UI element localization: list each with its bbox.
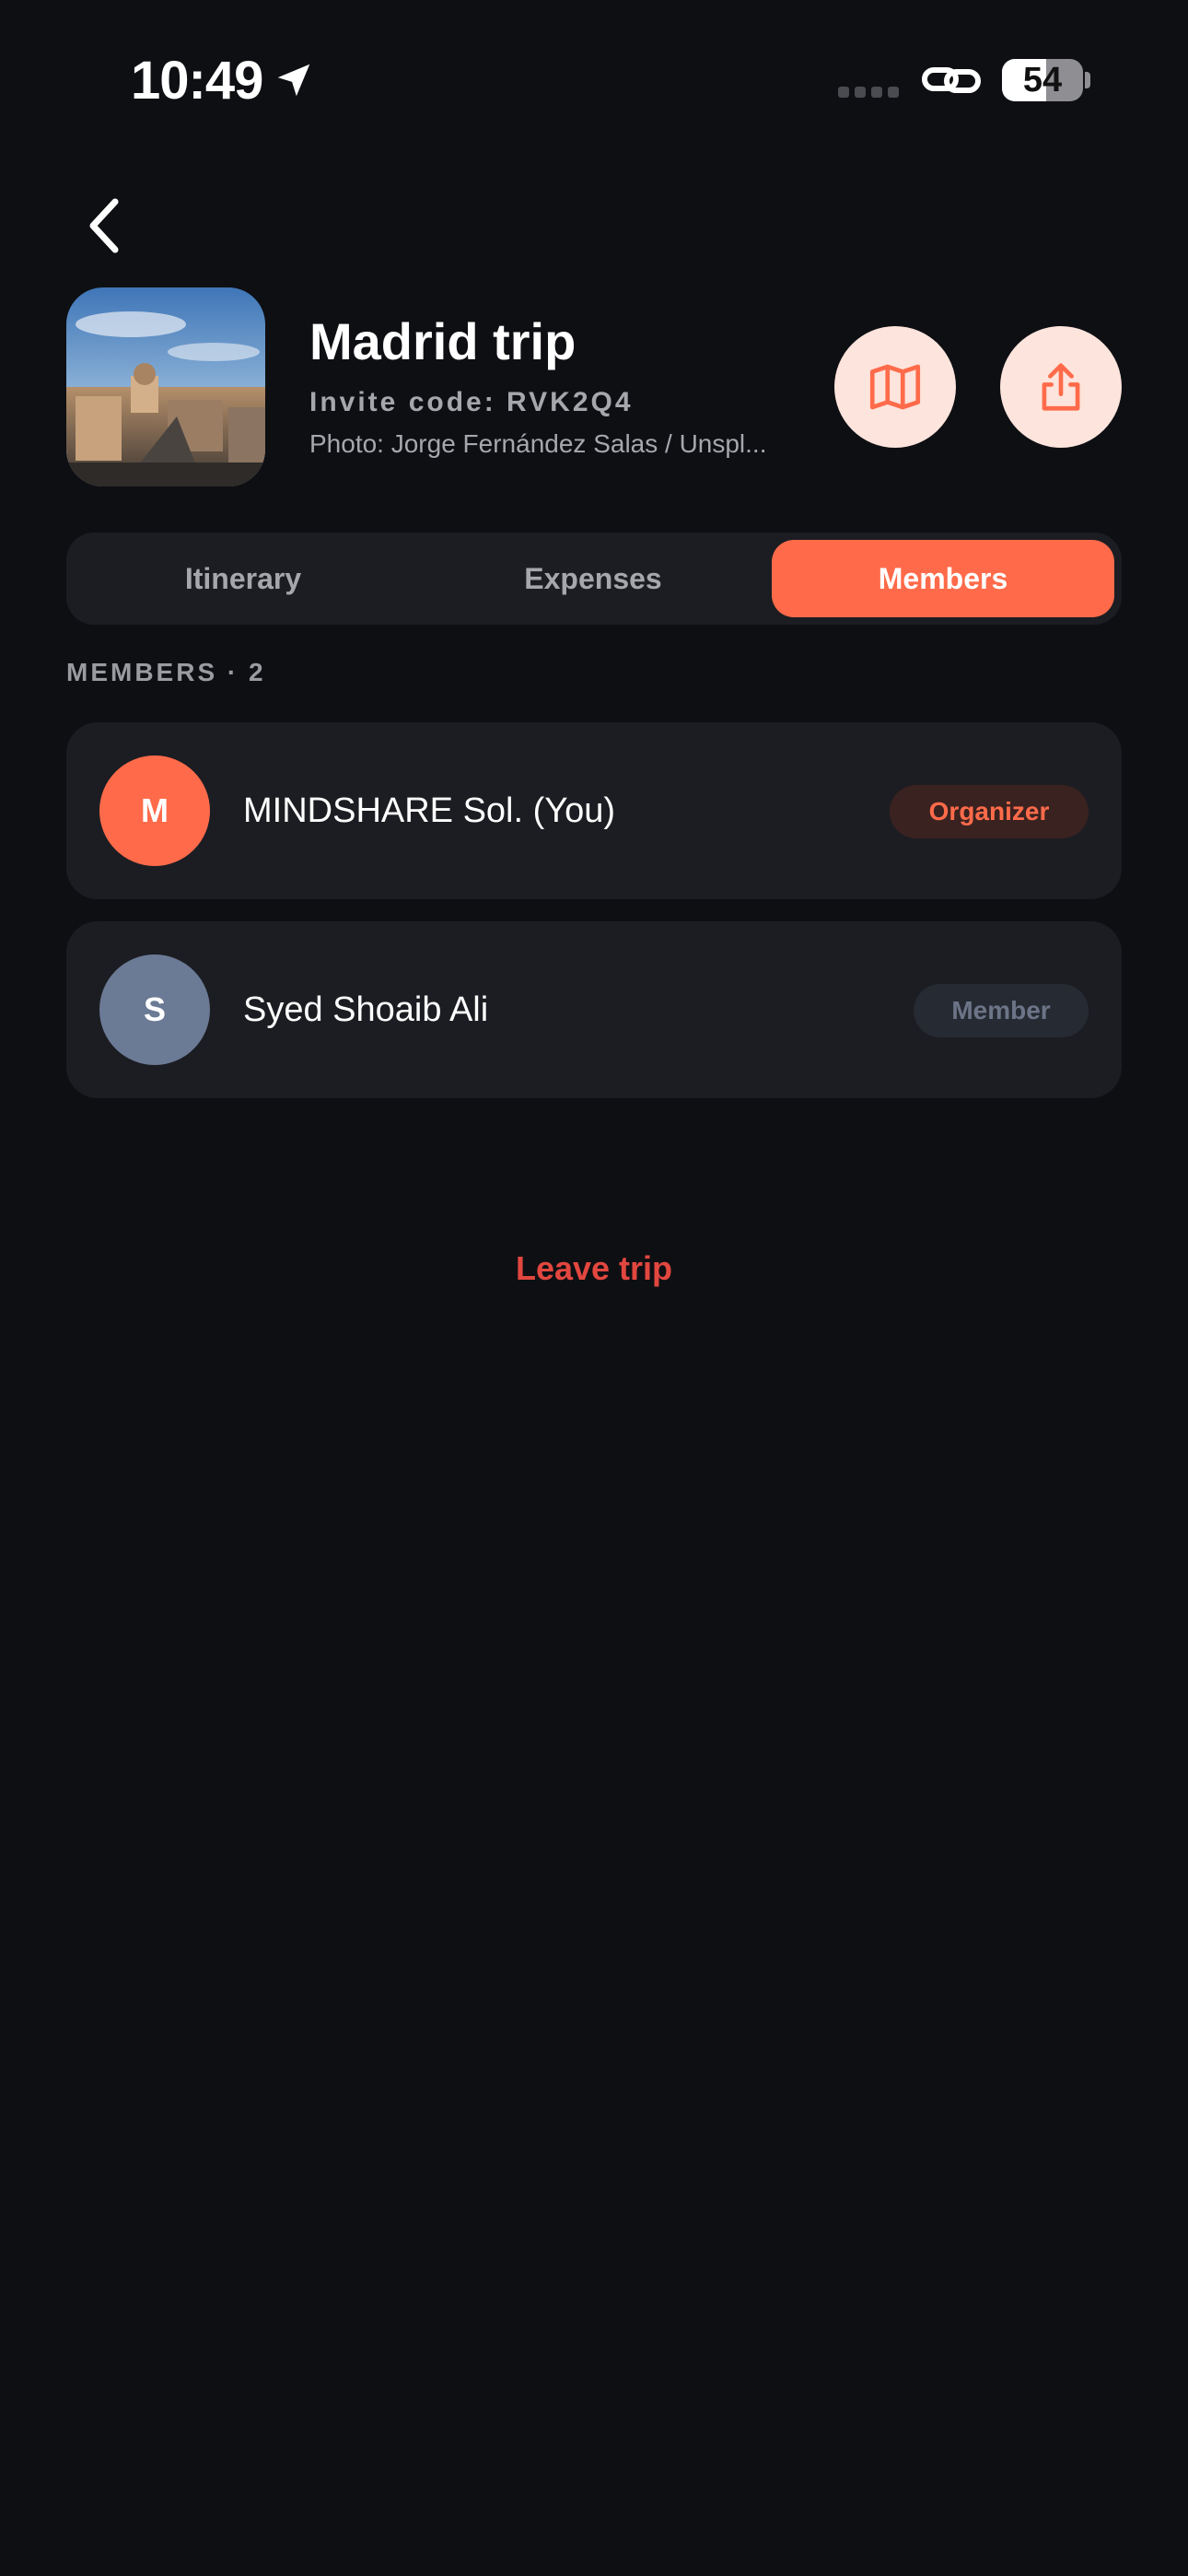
role-badge-member: Member bbox=[914, 984, 1089, 1037]
member-name: Syed Shoaib Ali bbox=[243, 990, 489, 1029]
back-button[interactable] bbox=[72, 184, 136, 267]
share-button[interactable] bbox=[1000, 326, 1122, 448]
map-icon bbox=[869, 364, 921, 410]
map-button[interactable] bbox=[834, 326, 956, 448]
member-row[interactable]: S Syed Shoaib Ali Member bbox=[66, 921, 1122, 1098]
trip-title: Madrid trip bbox=[309, 312, 577, 370]
link-icon bbox=[922, 67, 981, 93]
battery-cap bbox=[1085, 72, 1090, 88]
leave-trip-button[interactable]: Leave trip bbox=[0, 1249, 1188, 1288]
tab-expenses[interactable]: Expenses bbox=[416, 540, 770, 617]
avatar: M bbox=[99, 755, 210, 866]
battery-icon: 54 bbox=[1002, 59, 1083, 101]
segmented-tabs: Itinerary Expenses Members bbox=[66, 533, 1122, 625]
status-bar: 10:49 54 bbox=[0, 0, 1188, 157]
trip-photo bbox=[66, 287, 265, 486]
signal-dots-icon bbox=[838, 87, 899, 98]
location-arrow-icon bbox=[277, 64, 310, 97]
member-name: MINDSHARE Sol. (You) bbox=[243, 791, 616, 830]
member-row[interactable]: M MINDSHARE Sol. (You) Organizer bbox=[66, 722, 1122, 899]
battery-percent: 54 bbox=[1022, 61, 1063, 100]
avatar: S bbox=[99, 954, 210, 1065]
chevron-left-icon bbox=[89, 198, 119, 253]
status-time: 10:49 bbox=[131, 51, 263, 111]
photo-credit[interactable]: Photo: Jorge Fernández Salas / Unspl... bbox=[309, 429, 788, 459]
members-count-label: MEMBERS · 2 bbox=[66, 658, 266, 686]
share-icon bbox=[1042, 363, 1080, 411]
role-badge-organizer: Organizer bbox=[890, 785, 1089, 838]
tab-members[interactable]: Members bbox=[772, 540, 1114, 617]
tab-itinerary[interactable]: Itinerary bbox=[66, 540, 420, 617]
invite-code: Invite code: RVK2Q4 bbox=[309, 387, 634, 417]
